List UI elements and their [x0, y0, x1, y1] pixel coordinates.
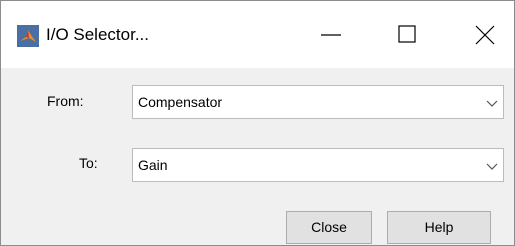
- matlab-icon: [17, 25, 39, 47]
- help-button[interactable]: Help: [387, 211, 491, 244]
- to-label: To:: [79, 155, 98, 171]
- io-selector-window: I/O Selector... From: Compensator To: Ga…: [0, 0, 515, 246]
- window-title: I/O Selector...: [46, 25, 149, 44]
- minimize-button[interactable]: [308, 1, 354, 68]
- from-label: From:: [47, 93, 84, 109]
- title-bar[interactable]: I/O Selector...: [1, 1, 514, 68]
- to-dropdown-value: Gain: [138, 157, 168, 173]
- to-dropdown[interactable]: Gain: [132, 148, 504, 182]
- close-window-button[interactable]: [462, 1, 508, 68]
- from-dropdown[interactable]: Compensator: [132, 85, 504, 119]
- from-dropdown-value: Compensator: [138, 94, 223, 110]
- chevron-down-icon: [485, 159, 499, 173]
- close-button[interactable]: Close: [286, 211, 372, 244]
- chevron-down-icon: [485, 96, 499, 110]
- maximize-button[interactable]: [384, 1, 430, 68]
